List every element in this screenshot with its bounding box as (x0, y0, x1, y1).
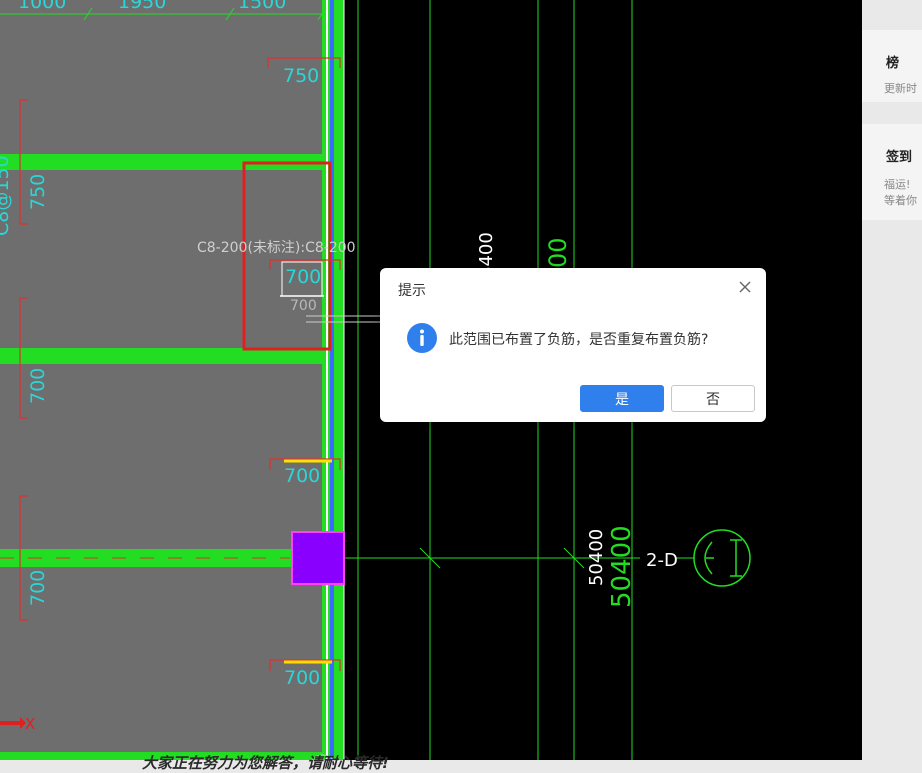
grid-number-50400-white: 50400 (586, 529, 607, 586)
current-span-label: 700 (285, 266, 321, 288)
grid-number-50400-green: 50400 (607, 525, 637, 608)
side-card-checkin-subtitle: 福运! (884, 178, 911, 191)
ucs-x-label: X (25, 715, 35, 733)
axis-tag: 2-D (646, 550, 678, 571)
top-dim-1500: 1500 (238, 0, 286, 13)
prompt-dialog: 提示 此范围已布置了负筋，是否重复布置负筋? 是 否 (380, 268, 766, 422)
side-card-checkin[interactable]: 签到 福运! 等着你 (862, 124, 922, 220)
left-edge-rebar-text: C8@150 (0, 155, 13, 236)
side-card-ranking-subtitle: 更新时 (884, 82, 917, 95)
side-dim-700-1: 700 (27, 368, 49, 404)
side-dim-700-2: 700 (27, 570, 49, 606)
side-dim-750: 750 (27, 174, 49, 210)
info-icon (407, 323, 437, 353)
dialog-message: 此范围已布置了负筋，是否重复布置负筋? (449, 332, 709, 348)
ghost-span-label: 700 (290, 298, 317, 314)
side-panel: 榜 更新时 签到 福运! 等着你 (862, 0, 922, 770)
yes-button[interactable]: 是 (580, 385, 664, 412)
side-card-ranking-title: 榜 (886, 56, 900, 71)
top-dim-1950: 1950 (118, 0, 166, 13)
dialog-title: 提示 (398, 282, 426, 298)
side-card-ranking[interactable]: 榜 更新时 (862, 30, 922, 102)
span-label-750: 750 (283, 65, 319, 87)
top-dim-1000: 1000 (18, 0, 66, 13)
column[interactable] (291, 531, 345, 585)
no-button[interactable]: 否 (671, 385, 755, 412)
rebar-annotation: C8-200(未标注):C8-200 (197, 240, 356, 256)
side-card-checkin-subtitle-2: 等着你 (884, 194, 917, 207)
span-label-700-2: 700 (284, 667, 320, 689)
side-card-checkin-title: 签到 (886, 150, 913, 165)
close-icon[interactable] (736, 278, 754, 296)
span-label-700-1: 700 (284, 465, 320, 487)
grid-number-partial: 00 (544, 237, 572, 268)
